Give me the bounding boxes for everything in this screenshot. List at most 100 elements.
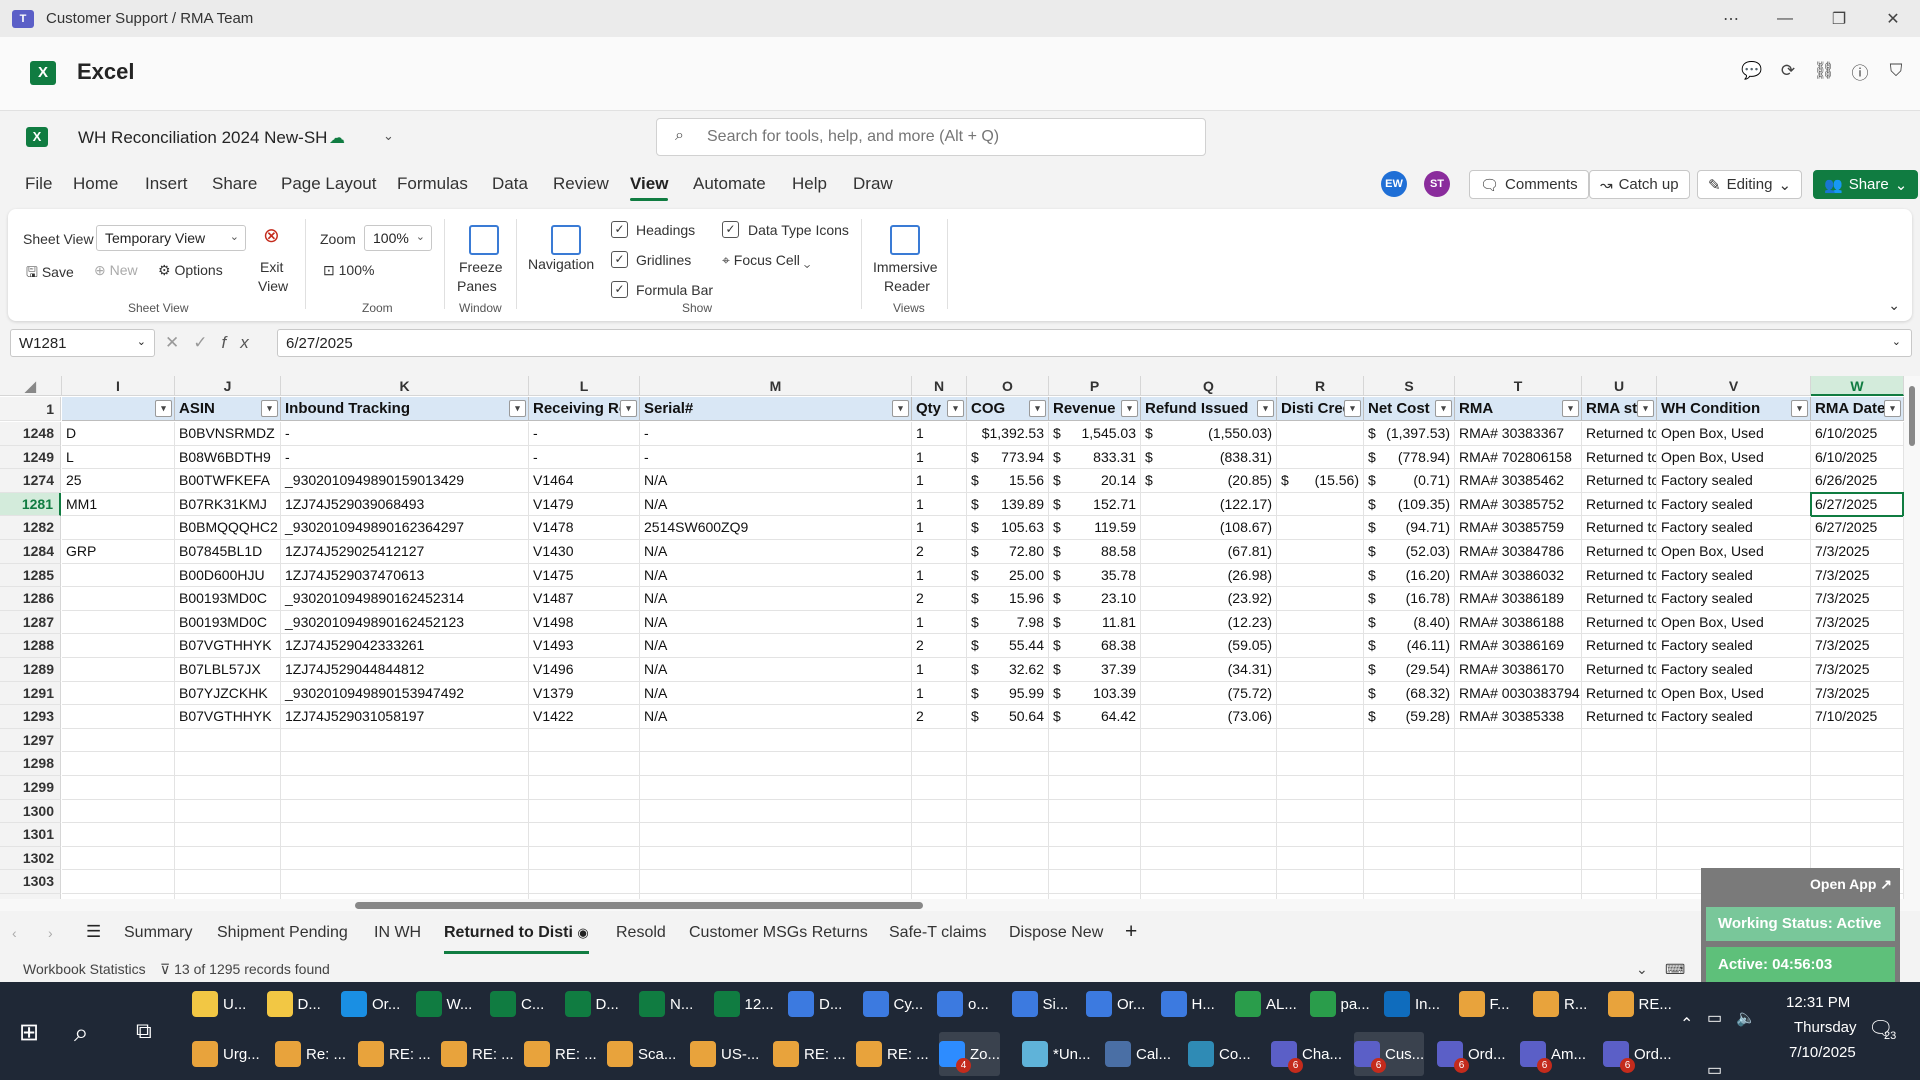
focus-cell-button[interactable]: ⌖ Focus Cell ⌄ [722, 252, 810, 269]
navigation-icon[interactable] [551, 225, 581, 255]
taskbar-top-app[interactable]: Cy... [862, 982, 923, 1026]
table-cell[interactable]: 1 [912, 563, 967, 588]
table-cell[interactable]: Returned to [1582, 658, 1657, 682]
save-view-button[interactable]: 🖫 Save [26, 262, 74, 286]
table-cell[interactable]: 1ZJ74J529042333261 [281, 634, 529, 658]
table-cell[interactable]: 2 [912, 587, 967, 611]
table-cell[interactable]: 1ZJ74J529037470613 [281, 563, 529, 588]
table-cell[interactable] [281, 776, 529, 800]
tab-view[interactable]: View [630, 174, 669, 201]
currency-cell[interactable]: (59.05) [1141, 634, 1277, 658]
table-cell[interactable] [1657, 776, 1811, 800]
freeze-panes-label-1[interactable]: Freeze [459, 259, 503, 275]
table-cell[interactable] [912, 846, 967, 871]
tab-draw[interactable]: Draw [853, 174, 893, 194]
table-cell[interactable]: Returned to [1582, 634, 1657, 658]
table-cell[interactable] [912, 799, 967, 824]
row-header[interactable]: 1281 [0, 492, 61, 517]
table-cell[interactable] [640, 823, 912, 847]
fx-icon[interactable]: fx [222, 333, 263, 352]
currency-cell[interactable]: $ (52.03) [1364, 540, 1455, 564]
table-cell[interactable]: B00193MD0C [175, 587, 281, 611]
currency-cell[interactable]: $ (1,397.53) [1364, 422, 1455, 446]
table-cell[interactable]: B0BVNSRMDZ [175, 422, 281, 446]
table-cell[interactable]: 6/27/2025 [1811, 492, 1904, 517]
table-cell[interactable]: RMA# 30386189 [1455, 587, 1582, 611]
column-header-v[interactable]: V [1657, 376, 1811, 396]
currency-cell[interactable]: $50.64 [967, 705, 1049, 729]
table-cell[interactable] [912, 870, 967, 894]
table-cell[interactable]: Returned to [1582, 540, 1657, 564]
taskbar-bottom-app[interactable]: 6 Cus... [1354, 1032, 1425, 1076]
table-cell[interactable]: 1ZJ74J529044844812 [281, 658, 529, 682]
taskbar-bottom-app[interactable]: Sca... [607, 1032, 676, 1076]
table-cell[interactable] [281, 846, 529, 871]
table-cell[interactable]: Returned to [1582, 705, 1657, 729]
sheet-tab-resold[interactable]: Resold [616, 924, 666, 942]
taskbar-bottom-app[interactable]: Re: ... [275, 1032, 346, 1076]
table-cell[interactable] [1455, 776, 1582, 800]
currency-cell[interactable] [1277, 516, 1364, 540]
table-header-l[interactable]: Receiving Re ▾ [529, 397, 640, 421]
table-cell[interactable]: 2 [912, 540, 967, 564]
table-cell[interactable] [1049, 823, 1141, 847]
row-header[interactable]: 1288 [0, 634, 61, 658]
table-cell[interactable]: Factory sealed [1657, 492, 1811, 517]
table-cell[interactable] [62, 610, 175, 635]
sheet-tab-customer-msgs-returns[interactable]: Customer MSGs Returns [689, 924, 868, 942]
table-cell[interactable] [1141, 776, 1277, 800]
table-cell[interactable] [1582, 776, 1657, 800]
clock-date[interactable]: 7/10/2025 [1789, 1044, 1856, 1061]
table-cell[interactable]: 6/26/2025 [1811, 469, 1904, 493]
avatar[interactable]: EW [1381, 171, 1407, 197]
currency-cell[interactable]: (12.23) [1141, 610, 1277, 635]
table-cell[interactable] [967, 799, 1049, 824]
table-cell[interactable] [62, 799, 175, 824]
table-cell[interactable] [967, 776, 1049, 800]
table-header-n[interactable]: Qty ▾ [912, 397, 967, 421]
table-cell[interactable]: V1493 [529, 634, 640, 658]
row-header[interactable]: 1299 [0, 776, 61, 800]
tab-help[interactable]: Help [792, 174, 827, 194]
table-cell[interactable]: Factory sealed [1657, 658, 1811, 682]
filter-dropdown-icon[interactable]: ▾ [1791, 400, 1808, 417]
currency-cell[interactable] [1277, 681, 1364, 706]
table-cell[interactable]: RMA# 30386188 [1455, 610, 1582, 635]
column-header-q[interactable]: Q [1141, 376, 1277, 396]
table-cell[interactable]: RMA# 30385462 [1455, 469, 1582, 493]
workbook-statistics[interactable]: Workbook Statistics [23, 961, 146, 977]
table-cell[interactable]: B0BMQQQHC2 [175, 516, 281, 540]
table-cell[interactable] [175, 823, 281, 847]
data-type-icons-checkbox[interactable]: ✓ [722, 221, 739, 238]
table-cell[interactable] [281, 728, 529, 753]
table-cell[interactable]: _9302010949890162452314 [281, 587, 529, 611]
table-cell[interactable]: N/A [640, 492, 912, 517]
currency-cell[interactable]: $ (16.78) [1364, 587, 1455, 611]
table-cell[interactable] [1455, 799, 1582, 824]
table-cell[interactable]: 7/3/2025 [1811, 634, 1904, 658]
column-header-j[interactable]: J [175, 376, 281, 396]
taskbar-bottom-app[interactable]: US-... [690, 1032, 759, 1076]
currency-cell[interactable] [1277, 634, 1364, 658]
table-cell[interactable]: B07YJZCKHK [175, 681, 281, 706]
table-header-o[interactable]: COG ▾ [967, 397, 1049, 421]
filter-dropdown-icon[interactable]: ▾ [1257, 400, 1274, 417]
table-cell[interactable] [1657, 846, 1811, 871]
table-cell[interactable]: 7/3/2025 [1811, 681, 1904, 706]
table-cell[interactable]: Open Box, Used [1657, 540, 1811, 564]
row-header[interactable]: 1298 [0, 752, 61, 776]
table-cell[interactable]: - [281, 422, 529, 446]
currency-cell[interactable] [1277, 587, 1364, 611]
currency-cell[interactable]: $64.42 [1049, 705, 1141, 729]
table-cell[interactable]: 1 [912, 469, 967, 493]
network-icon[interactable]: ▭ [1707, 1060, 1722, 1080]
keyboard-icon[interactable]: ⌨ [1665, 961, 1685, 978]
table-cell[interactable] [1277, 752, 1364, 776]
table-cell[interactable] [912, 752, 967, 776]
clock-day[interactable]: Thursday [1794, 1019, 1857, 1036]
table-cell[interactable]: V1422 [529, 705, 640, 729]
table-cell[interactable] [1455, 728, 1582, 753]
table-cell[interactable] [62, 846, 175, 871]
table-cell[interactable] [1364, 776, 1455, 800]
currency-cell[interactable] [1277, 492, 1364, 517]
